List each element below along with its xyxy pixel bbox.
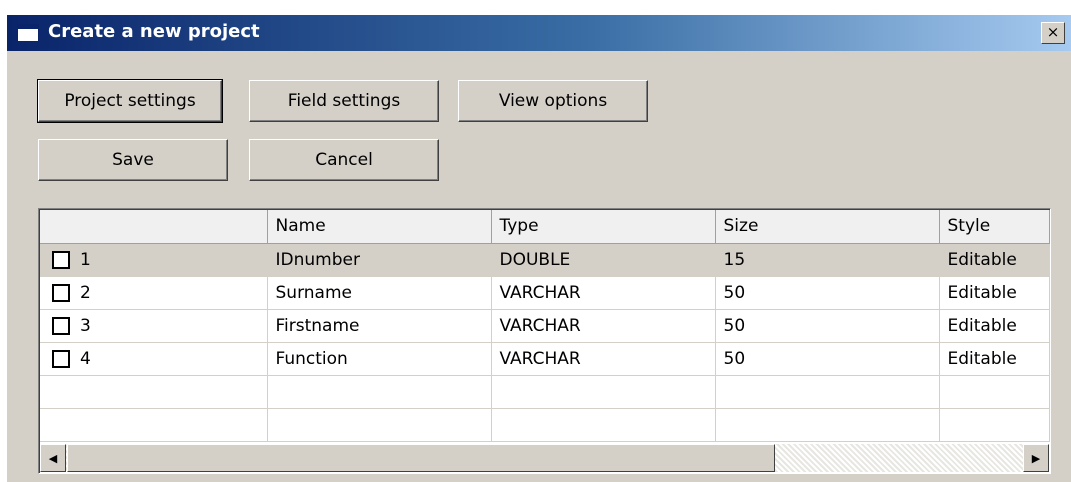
cell-style[interactable]: Editable (939, 309, 1050, 343)
row-number: 4 (80, 348, 91, 369)
empty-cell[interactable] (939, 408, 1050, 442)
row-header[interactable]: 2 (40, 276, 268, 310)
save-button[interactable]: Save (38, 139, 228, 181)
view-options-button[interactable]: View options (458, 80, 648, 122)
empty-cell[interactable] (40, 375, 268, 409)
empty-cell[interactable] (267, 408, 492, 442)
cell-type[interactable]: VARCHAR (491, 309, 716, 343)
cell-size[interactable]: 50 (715, 309, 940, 343)
row-header[interactable]: 3 (40, 309, 268, 343)
cancel-button[interactable]: Cancel (249, 139, 439, 181)
scroll-left-button[interactable]: ◀ (40, 444, 66, 472)
horizontal-scrollbar[interactable]: ◀ ▶ (40, 444, 1049, 472)
column-header-type[interactable]: Type (491, 210, 716, 244)
table-row[interactable]: 3 Firstname VARCHAR 50 Editable (40, 309, 1050, 343)
empty-cell[interactable] (715, 408, 940, 442)
empty-row[interactable] (40, 375, 1050, 409)
empty-row[interactable] (40, 408, 1050, 442)
cell-type[interactable]: VARCHAR (491, 342, 716, 376)
cell-style[interactable]: Editable (939, 243, 1050, 277)
dialog-window: Create a new project × Project settings … (7, 15, 1071, 482)
cell-size[interactable]: 50 (715, 342, 940, 376)
row-checkbox[interactable] (52, 316, 70, 335)
cell-name[interactable]: Surname (267, 276, 492, 310)
column-header-style[interactable]: Style (939, 210, 1050, 244)
scroll-thumb[interactable] (67, 444, 775, 472)
empty-cell[interactable] (715, 375, 940, 409)
row-checkbox[interactable] (52, 250, 70, 269)
row-header[interactable]: 4 (40, 342, 268, 376)
fields-grid[interactable]: Name Type Size Style 1 IDnumber DOUBLE 1… (38, 208, 1051, 474)
row-header[interactable]: 1 (40, 243, 268, 277)
row-checkbox[interactable] (52, 349, 70, 368)
empty-cell[interactable] (939, 375, 1050, 409)
table-row[interactable]: 1 IDnumber DOUBLE 15 Editable (40, 243, 1050, 277)
table-row[interactable]: 2 Surname VARCHAR 50 Editable (40, 276, 1050, 310)
window-icon (17, 24, 39, 42)
cell-type[interactable]: DOUBLE (491, 243, 716, 277)
window-title: Create a new project (48, 21, 260, 42)
arrow-left-icon: ◀ (48, 451, 58, 465)
field-settings-button[interactable]: Field settings (249, 80, 439, 122)
title-bar[interactable]: Create a new project × (7, 15, 1071, 51)
project-settings-button[interactable]: Project settings (37, 79, 223, 123)
fields-table: Name Type Size Style 1 IDnumber DOUBLE 1… (40, 210, 1050, 442)
row-checkbox[interactable] (52, 283, 70, 302)
table-row[interactable]: 4 Function VARCHAR 50 Editable (40, 342, 1050, 376)
close-button[interactable]: × (1041, 22, 1065, 44)
row-number: 1 (80, 249, 91, 270)
column-header-size[interactable]: Size (715, 210, 940, 244)
row-number: 2 (80, 282, 91, 303)
row-number: 3 (80, 315, 91, 336)
cell-name[interactable]: Function (267, 342, 492, 376)
cell-type[interactable]: VARCHAR (491, 276, 716, 310)
cell-name[interactable]: Firstname (267, 309, 492, 343)
column-header-name[interactable]: Name (267, 210, 492, 244)
empty-cell[interactable] (267, 375, 492, 409)
empty-cell[interactable] (491, 408, 716, 442)
cell-name[interactable]: IDnumber (267, 243, 492, 277)
cell-style[interactable]: Editable (939, 276, 1050, 310)
table-header-row: Name Type Size Style (40, 210, 1050, 244)
cell-size[interactable]: 50 (715, 276, 940, 310)
column-header-rownum[interactable] (40, 210, 268, 244)
empty-cell[interactable] (40, 408, 268, 442)
empty-cell[interactable] (491, 375, 716, 409)
arrow-right-icon: ▶ (1031, 451, 1041, 465)
cell-style[interactable]: Editable (939, 342, 1050, 376)
cell-size[interactable]: 15 (715, 243, 940, 277)
scroll-right-button[interactable]: ▶ (1023, 444, 1049, 472)
